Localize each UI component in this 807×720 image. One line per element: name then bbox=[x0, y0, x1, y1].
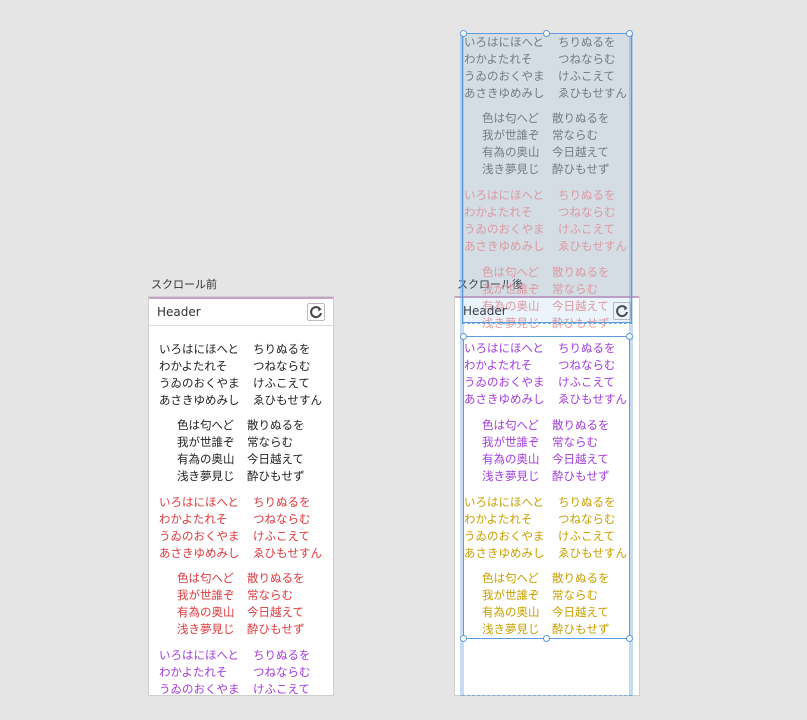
resize-handle[interactable] bbox=[543, 635, 550, 642]
bottom-dashed-line bbox=[462, 695, 632, 696]
selection-box bbox=[463, 336, 630, 639]
resize-handle[interactable] bbox=[626, 635, 633, 642]
resize-handle[interactable] bbox=[460, 30, 467, 37]
resize-handle[interactable] bbox=[460, 333, 467, 340]
resize-handle[interactable] bbox=[626, 30, 633, 37]
resize-handle[interactable] bbox=[543, 30, 550, 37]
viewport-dashed-line bbox=[462, 323, 632, 324]
resize-handle[interactable] bbox=[626, 333, 633, 340]
scroll-content-outline bbox=[462, 33, 632, 323]
after-content[interactable]: いろはにほへと ちりぬるを わかよたれそ つねならむ うゐのおくやま けふこえて あさきゆめ… bbox=[0, 0, 807, 720]
resize-handle[interactable] bbox=[460, 635, 467, 642]
